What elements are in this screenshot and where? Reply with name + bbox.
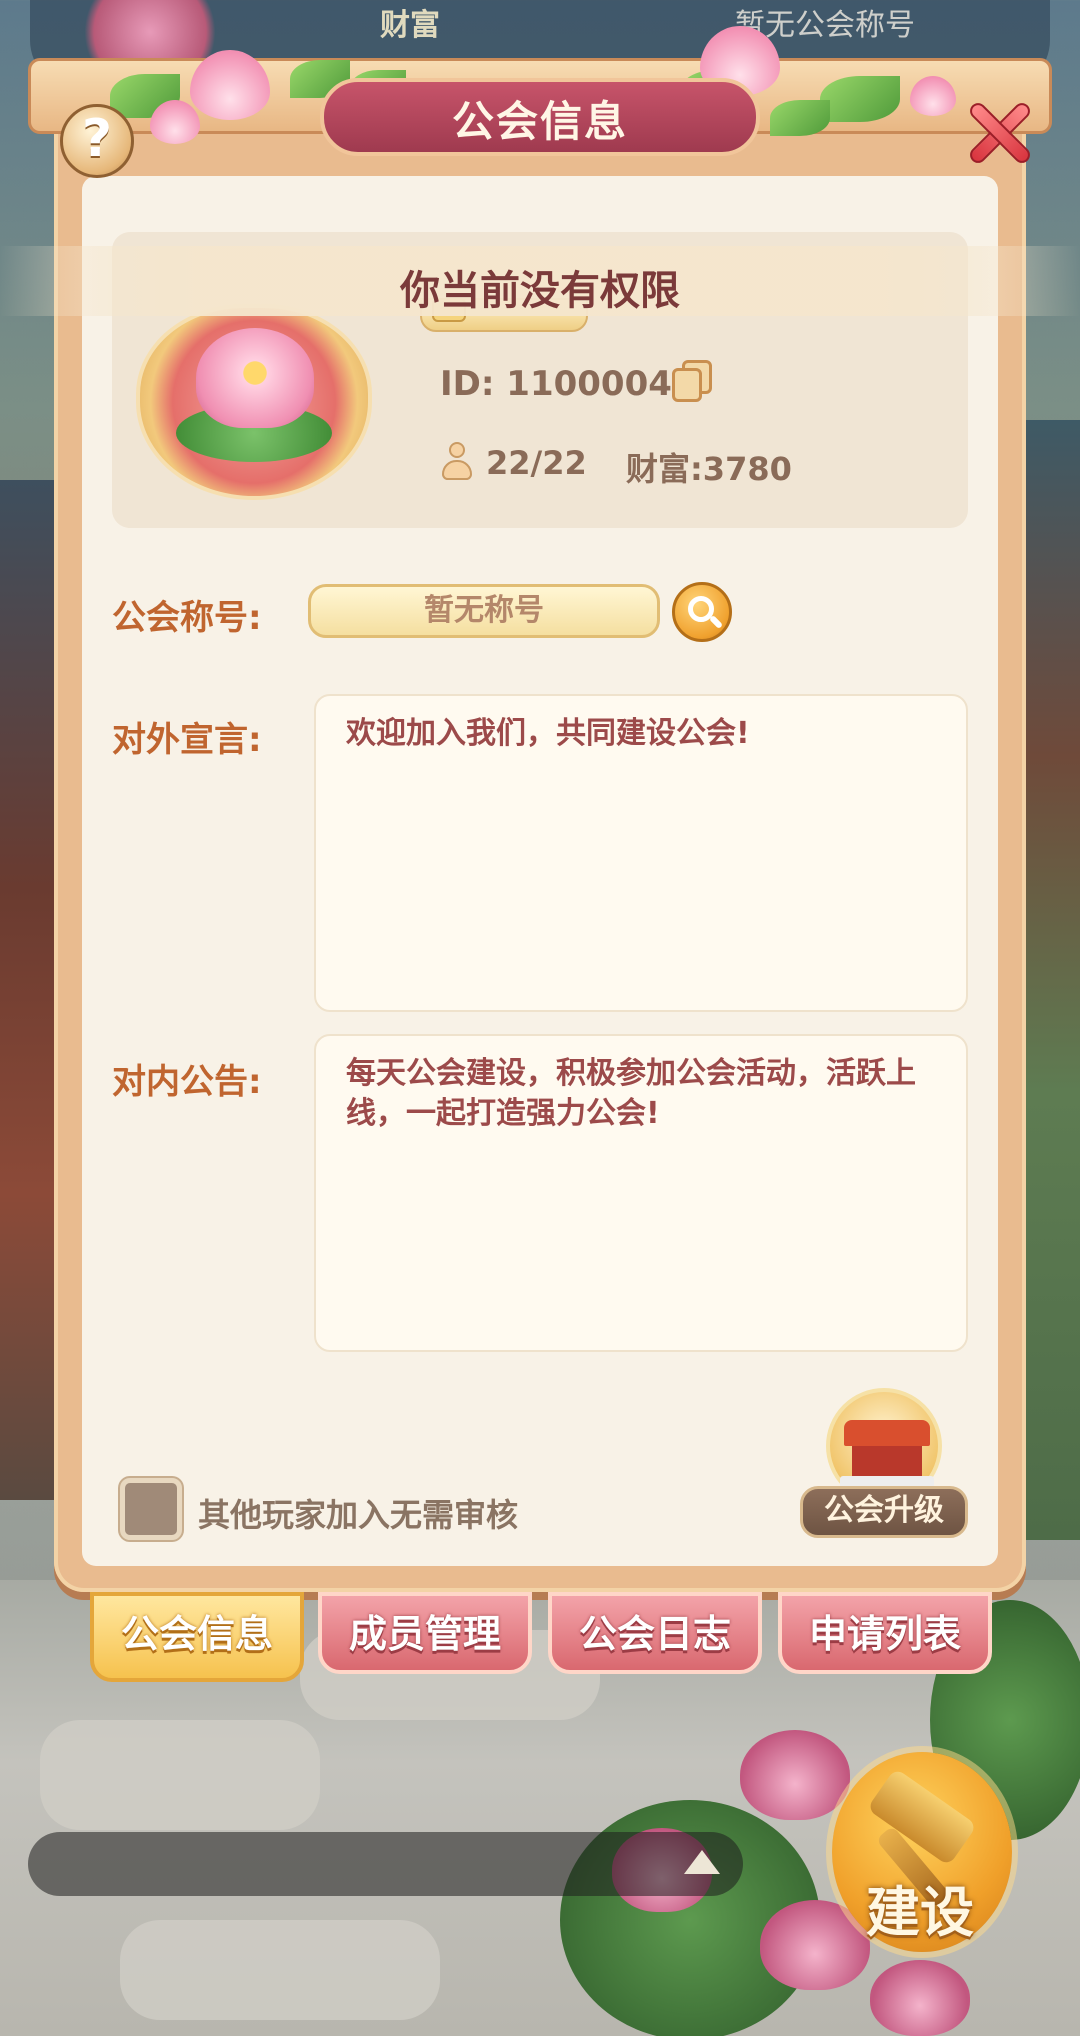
- dialog-title: 公会信息: [451, 97, 628, 146]
- background-lotus: [870, 1960, 970, 2036]
- guild-title-label: 公会称号:: [112, 598, 262, 638]
- no-review-label: 其他玩家加入无需审核: [198, 1496, 519, 1534]
- close-button[interactable]: [962, 96, 1036, 170]
- background-lotus: [740, 1730, 850, 1820]
- no-permission-text: 你当前没有权限: [400, 268, 680, 314]
- hammer-icon: [866, 1767, 978, 1867]
- chat-bar[interactable]: [28, 1832, 743, 1896]
- background-stone: [120, 1920, 440, 2020]
- guild-id: ID: 1100004: [440, 364, 672, 404]
- tab-guild-log[interactable]: 公会日志: [548, 1592, 762, 1674]
- build-button-label: 建设: [866, 1881, 974, 1944]
- build-button[interactable]: 建设: [832, 1752, 1012, 1952]
- lotus-icon: [196, 328, 314, 428]
- chat-expand-arrow-icon[interactable]: [684, 1850, 720, 1874]
- background-stone: [40, 1720, 320, 1830]
- guild-wealth: 财富:3780: [626, 450, 792, 488]
- search-title-button[interactable]: [672, 582, 732, 642]
- member-icon: [440, 442, 474, 482]
- help-button[interactable]: ?: [60, 104, 134, 178]
- announcement-label: 对内公告:: [112, 1062, 262, 1102]
- background-building-right: [1020, 420, 1080, 1540]
- tab-guild-info[interactable]: 公会信息: [90, 1592, 304, 1682]
- declaration-label: 对外宣言:: [112, 720, 262, 760]
- guild-emblem: [136, 304, 372, 500]
- guild-upgrade-button[interactable]: 公会升级: [800, 1486, 968, 1538]
- member-count: 22/22: [486, 444, 587, 482]
- no-review-checkbox[interactable]: [120, 1478, 182, 1540]
- tab-member-management[interactable]: 成员管理: [318, 1592, 532, 1674]
- announcement-textbox[interactable]: 每天公会建设，积极参加公会活动，活跃上线，一起打造强力公会!: [314, 1034, 968, 1352]
- copy-id-button[interactable]: [670, 360, 716, 406]
- tab-application-list[interactable]: 申请列表: [778, 1592, 992, 1674]
- declaration-textbox[interactable]: 欢迎加入我们，共同建设公会!: [314, 694, 968, 1012]
- guild-title-field[interactable]: 暂无称号: [308, 584, 660, 638]
- background-building-left: [0, 480, 60, 1500]
